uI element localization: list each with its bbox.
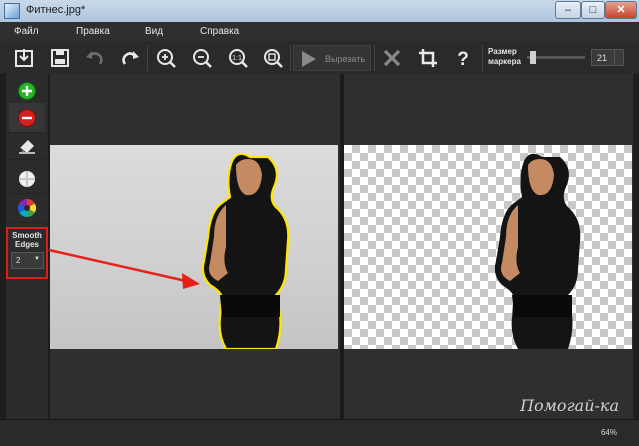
menu-file[interactable]: Файл <box>14 26 39 37</box>
smooth-edges-select[interactable]: 2 ▼ <box>11 252 44 269</box>
menu-help[interactable]: Справка <box>200 26 239 37</box>
menu-bar: Файл Правка Вид Справка <box>0 22 639 41</box>
eraser-icon[interactable] <box>9 130 45 160</box>
woman-figure <box>201 152 290 349</box>
smooth-edges-label: Smooth Edges <box>8 231 46 249</box>
add-area-icon[interactable] <box>9 76 45 106</box>
marker-size-label-line1: Размер <box>488 47 517 56</box>
close-window-button[interactable]: ✕ <box>605 1 637 19</box>
color-wheel-icon[interactable] <box>9 193 45 223</box>
undo-icon[interactable] <box>82 45 108 71</box>
result-photo[interactable] <box>344 145 632 349</box>
status-bar: 64% <box>0 419 639 446</box>
close-icon[interactable] <box>379 45 405 71</box>
redo-icon[interactable] <box>117 45 143 71</box>
marker-size-label: Размер маркера <box>488 47 521 67</box>
marker-size-slider[interactable] <box>527 51 585 64</box>
save-icon[interactable] <box>47 45 73 71</box>
menu-edit[interactable]: Правка <box>76 26 110 37</box>
app-icon <box>4 3 20 19</box>
smooth-edges-value: 2 <box>16 256 21 265</box>
svg-text:1:1: 1:1 <box>232 55 242 62</box>
window-title: Фитнес.jpg* <box>26 4 86 16</box>
zoom-in-icon[interactable] <box>153 45 179 71</box>
cut-button-label: Вырезать <box>325 54 366 64</box>
save-as-icon[interactable] <box>11 45 37 71</box>
chevron-down-icon: ▼ <box>34 256 40 262</box>
maximize-button[interactable]: □ <box>581 1 605 19</box>
zoom-actual-icon[interactable]: 1:1 <box>225 45 251 71</box>
marker-size-value: 21 <box>597 53 608 63</box>
svg-text:?: ? <box>457 49 469 69</box>
cut-button[interactable]: Вырезать <box>293 45 371 71</box>
menu-view[interactable]: Вид <box>145 26 163 37</box>
marker-size-slider-thumb[interactable] <box>530 51 536 64</box>
remove-area-icon[interactable] <box>9 103 45 133</box>
zoom-fit-icon[interactable] <box>260 45 286 71</box>
zoom-out-icon[interactable] <box>189 45 215 71</box>
watermark: Помогай-ка <box>520 396 619 415</box>
smooth-edges-label-line2: Edges <box>14 240 39 249</box>
background-icon[interactable] <box>9 164 45 194</box>
crop-icon[interactable] <box>415 45 441 71</box>
title-bar: Фитнес.jpg* – □ ✕ <box>0 0 639 23</box>
play-icon <box>302 51 316 67</box>
zoom-level: 64% <box>600 428 617 437</box>
help-icon[interactable]: ? <box>450 45 476 71</box>
smooth-edges-control: Smooth Edges 2 ▼ <box>6 227 48 279</box>
minimize-button[interactable]: – <box>555 1 581 19</box>
spinner-arrows-icon[interactable] <box>614 50 623 65</box>
source-photo[interactable] <box>50 145 338 349</box>
marker-size-input[interactable]: 21 <box>591 49 624 66</box>
woman-figure-cutout <box>494 153 581 349</box>
marker-size-label-line2: маркера <box>488 57 521 66</box>
smooth-edges-label-line1: Smooth <box>12 231 42 240</box>
